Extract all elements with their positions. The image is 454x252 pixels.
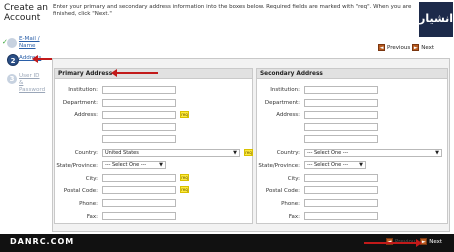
footer-brand: DANRC.COM [10,237,75,246]
secondary-phone-input[interactable] [304,199,378,207]
primary-address-line2[interactable] [102,123,176,131]
primary-city-input[interactable] [102,174,176,182]
chevron-down-icon: ▼ [435,150,439,156]
primary-fax-input[interactable] [102,212,176,220]
department-label: Department: [62,100,98,106]
country-label: Country: [74,150,98,156]
step-3-circle: 3 [7,74,17,84]
institution-label: Institution: [270,87,300,93]
annotation-arrow-head-2 [111,69,117,77]
step-1-circle [7,38,17,48]
postal-code-label: Postal Code: [63,188,98,194]
address-label: Address: [276,112,300,118]
req-badge: req [180,186,189,193]
department-label: Department: [264,100,300,106]
instruction-text: Enter your primary and secondary address… [53,4,412,17]
step-email-name-link[interactable]: E-Mail / Name [19,36,40,50]
chevron-down-icon: ▼ [159,162,163,168]
annotation-arrow-head [32,55,38,63]
secondary-country-select[interactable]: --- Select One --- ▼ [304,149,442,157]
primary-country-select[interactable]: United States ▼ [102,149,240,157]
primary-institution-input[interactable] [102,86,176,94]
address-label: Address: [74,112,98,118]
next-label: Next [429,238,443,245]
arrow-right-icon: ► [412,44,420,51]
previous-button-top[interactable]: ◄ Previous [378,44,410,51]
primary-phone-input[interactable] [102,199,176,207]
country-label: Country: [276,150,300,156]
state-label: State/Province: [56,163,98,169]
secondary-address-line2[interactable] [304,123,378,131]
city-label: City: [85,176,98,182]
fax-label: Fax: [288,214,300,220]
primary-address-line1[interactable] [102,111,176,119]
arrow-left-icon: ◄ [378,44,385,51]
state-label: State/Province: [258,163,300,169]
step-2-circle: 2 [7,54,19,66]
top-pager: ◄ Previous ► Next [378,44,434,51]
next-button-top[interactable]: ► Next [412,44,434,51]
annotation-arrow-head-3 [416,239,422,247]
fax-label: Fax: [86,214,98,220]
next-label: Next [421,44,435,51]
previous-label: Previous [387,44,411,51]
primary-postal-input[interactable] [102,186,176,194]
next-button-bottom[interactable]: ► Next [420,238,442,245]
postal-code-label: Postal Code: [265,188,300,194]
req-badge: req [180,174,189,181]
secondary-address-line3[interactable] [304,135,378,143]
secondary-institution-input[interactable] [304,86,378,94]
annotation-arrow-line-2 [116,72,158,74]
annotation-arrow-line-3 [364,242,416,244]
primary-country-value: United States [105,150,139,156]
secondary-address-line1[interactable] [304,111,378,119]
phone-label: Phone: [79,201,98,207]
primary-department-input[interactable] [102,99,176,107]
secondary-state-value: --- Select One --- [307,162,349,168]
req-badge: req [244,149,253,156]
primary-address-title: Primary Address [55,69,252,79]
primary-state-value: --- Select One --- [105,162,147,168]
secondary-state-select[interactable]: --- Select One --- ▼ [304,161,366,169]
secondary-city-input[interactable] [304,174,378,182]
app-title: Create an Account [4,3,48,23]
secondary-fax-input[interactable] [304,212,378,220]
chevron-down-icon: ▼ [233,150,237,156]
secondary-address-title: Secondary Address [257,69,447,79]
institution-label: Institution: [68,87,98,93]
secondary-country-value: --- Select One --- [307,150,349,156]
phone-label: Phone: [281,201,300,207]
secondary-postal-input[interactable] [304,186,378,194]
city-label: City: [287,176,300,182]
primary-state-select[interactable]: --- Select One --- ▼ [102,161,166,169]
secondary-department-input[interactable] [304,99,378,107]
watermark-logo: دانشیار [419,2,454,37]
primary-address-line3[interactable] [102,135,176,143]
req-badge: req [180,111,189,118]
step-userid-password-link: User ID & Password [19,73,46,93]
chevron-down-icon: ▼ [359,162,363,168]
